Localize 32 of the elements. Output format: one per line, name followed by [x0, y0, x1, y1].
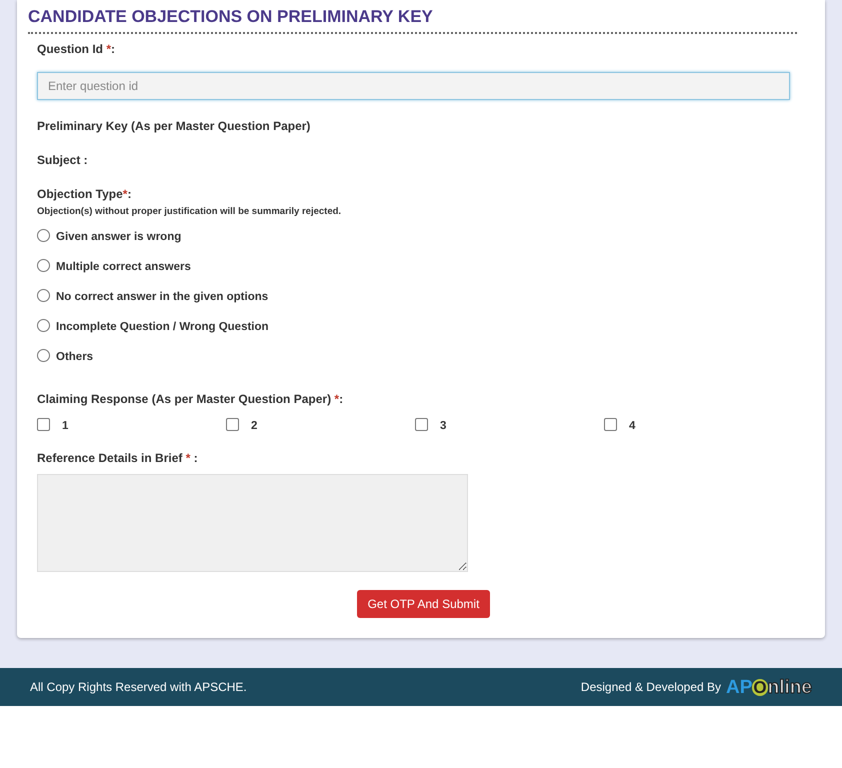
response-option[interactable]: 2 [226, 418, 258, 435]
question-id-label: Question Id *: [37, 40, 116, 58]
objection-option[interactable]: Others [37, 348, 94, 366]
copyright-text: All Copy Rights Reserved with APSCHE. [30, 679, 247, 696]
radio-button[interactable] [37, 318, 50, 332]
page-title: CANDIDATE OBJECTIONS ON PRELIMINARY KEY [28, 0, 797, 34]
submit-button[interactable]: Get OTP And Submit [356, 590, 490, 618]
radio-button[interactable] [37, 228, 50, 242]
radio-button[interactable] [37, 288, 50, 302]
objection-option[interactable]: No correct answer in the given options [37, 288, 268, 306]
radio-button[interactable] [37, 258, 50, 272]
response-option[interactable]: 4 [604, 418, 636, 435]
objection-type-label: Objection Type*: [37, 186, 132, 202]
objection-option[interactable]: Given answer is wrong [37, 228, 182, 246]
reference-label: Reference Details in Brief * : [37, 450, 199, 467]
response-option[interactable]: 1 [37, 418, 68, 435]
reference-field[interactable] [37, 474, 468, 572]
checkbox[interactable] [415, 418, 428, 431]
radio-button[interactable] [37, 348, 50, 362]
claiming-response-label: Claiming Response (As per Master Question Paper) *: [37, 390, 344, 408]
objection-option[interactable]: Incomplete Question / Wrong Question [37, 318, 269, 336]
objection-note: Objection(s) without proper justification will be summarily rejected. [37, 204, 342, 218]
checkbox[interactable] [604, 418, 617, 431]
company-logo: APOnline [726, 678, 812, 696]
preliminary-key-label: Preliminary Key (As per Master Question Paper) [37, 118, 312, 134]
objection-option[interactable]: Multiple correct answers [37, 258, 191, 276]
subject-label: Subject : [37, 152, 89, 168]
question-id-field[interactable]: Enter question id [37, 72, 790, 100]
checkbox[interactable] [226, 418, 239, 431]
checkbox[interactable] [37, 418, 50, 431]
credit-text: Designed & Developed By [580, 679, 722, 696]
response-option[interactable]: 3 [415, 418, 446, 435]
